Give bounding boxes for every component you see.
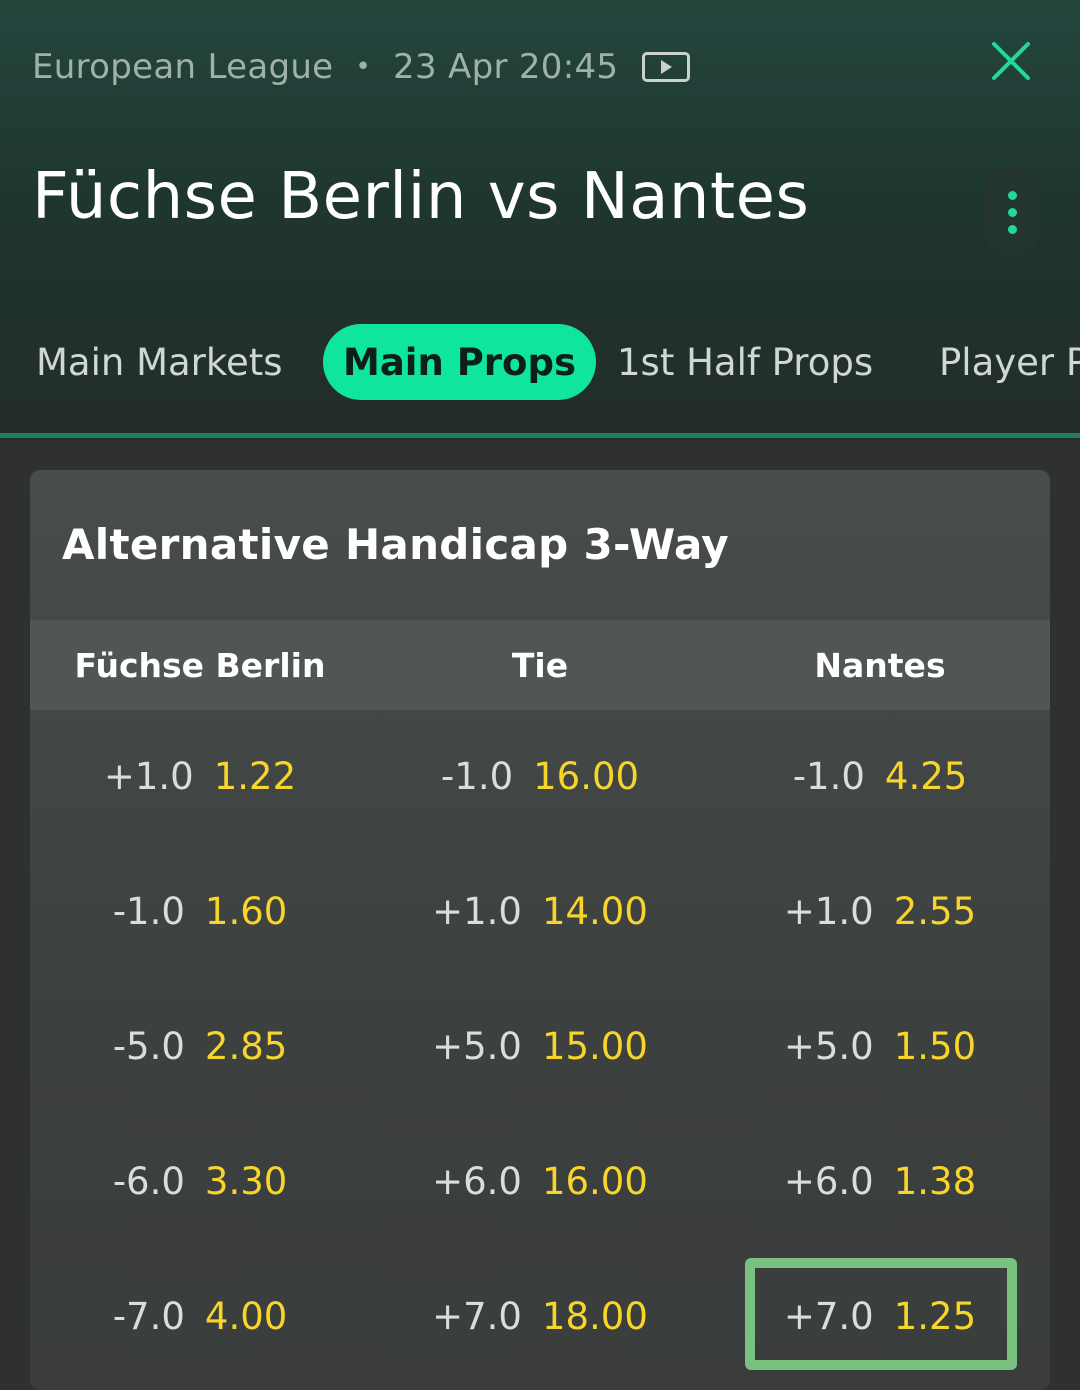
handicap-value: +6.0 — [432, 1159, 522, 1203]
match-header: European League • 23 Apr 20:45 Füchse Be… — [0, 0, 1080, 440]
odds-cell-home[interactable]: -1.0 1.60 — [30, 871, 370, 951]
odds-cell-home[interactable]: -6.0 3.30 — [30, 1141, 370, 1221]
odds-value: 16.00 — [541, 1159, 648, 1203]
handicap-value: -5.0 — [112, 1024, 185, 1068]
tab-main-props[interactable]: Main Props — [323, 324, 596, 400]
handicap-value: +7.0 — [432, 1294, 522, 1338]
match-title: Füchse Berlin vs Nantes — [32, 160, 810, 234]
tab-player-props[interactable]: Player P — [939, 324, 1080, 400]
odds-cell-away[interactable]: +1.0 2.55 — [710, 871, 1050, 951]
odds-value: 3.30 — [204, 1159, 288, 1203]
tab-1st-half-props[interactable]: 1st Half Props — [617, 324, 873, 400]
handicap-value: +5.0 — [432, 1024, 522, 1068]
odds-value: 1.60 — [204, 889, 288, 933]
handicap-value: +6.0 — [783, 1159, 874, 1203]
odds-value: 16.00 — [533, 754, 640, 798]
column-header-row: Füchse Berlin Tie Nantes — [30, 620, 1050, 710]
tabs-divider — [0, 433, 1080, 438]
tab-main-markets[interactable]: Main Markets — [36, 324, 283, 400]
odds-cell-home[interactable]: -7.0 4.00 — [30, 1276, 370, 1356]
odds-cell-away[interactable]: +5.0 1.50 — [710, 1006, 1050, 1086]
column-header-away: Nantes — [814, 645, 946, 685]
odds-value: 1.22 — [213, 754, 297, 798]
video-icon[interactable] — [642, 52, 691, 82]
odds-cell-away[interactable]: +6.0 1.38 — [710, 1141, 1050, 1221]
odds-cell-tie[interactable]: +6.0 16.00 — [370, 1141, 710, 1221]
column-header-home: Füchse Berlin — [74, 645, 326, 685]
handicap-value: -1.0 — [792, 754, 865, 798]
match-meta: European League • 23 Apr 20:45 — [32, 44, 691, 90]
odds-cell-home[interactable]: -5.0 2.85 — [30, 1006, 370, 1086]
odds-cell-tie[interactable]: -1.0 16.00 — [370, 736, 710, 816]
odds-value: 1.50 — [893, 1024, 977, 1068]
more-options-icon[interactable] — [984, 166, 1040, 258]
odds-cell-tie[interactable]: +7.0 18.00 — [370, 1276, 710, 1356]
market-tabs: Main Markets Main Props 1st Half Props P… — [0, 320, 1080, 404]
odds-value: 18.00 — [541, 1294, 648, 1338]
handicap-value: -7.0 — [112, 1294, 185, 1338]
league-name[interactable]: European League — [32, 47, 333, 87]
selection-highlight — [745, 1258, 1017, 1370]
column-header-tie: Tie — [511, 645, 569, 685]
match-datetime: 23 Apr 20:45 — [393, 47, 619, 87]
odds-cell-home[interactable]: +1.0 1.22 — [30, 736, 370, 816]
odds-value: 15.00 — [541, 1024, 648, 1068]
odds-value: 4.25 — [884, 754, 968, 798]
handicap-value: +1.0 — [103, 754, 194, 798]
odds-value: 1.38 — [893, 1159, 977, 1203]
handicap-value: -1.0 — [440, 754, 514, 798]
odds-value: 2.55 — [893, 889, 977, 933]
odds-cell-tie[interactable]: +1.0 14.00 — [370, 871, 710, 951]
meta-separator: • — [355, 52, 372, 82]
odds-value: 4.00 — [204, 1294, 288, 1338]
market-card: Alternative Handicap 3-Way Füchse Berlin… — [30, 470, 1050, 1390]
odds-cell-tie[interactable]: +5.0 15.00 — [370, 1006, 710, 1086]
odds-value: 2.85 — [204, 1024, 288, 1068]
handicap-value: -6.0 — [112, 1159, 185, 1203]
close-icon[interactable] — [986, 36, 1036, 86]
market-title[interactable]: Alternative Handicap 3-Way — [62, 520, 729, 569]
handicap-value: -1.0 — [112, 889, 185, 933]
handicap-value: +1.0 — [783, 889, 874, 933]
handicap-value: +1.0 — [432, 889, 522, 933]
handicap-value: +5.0 — [783, 1024, 874, 1068]
odds-cell-away[interactable]: -1.0 4.25 — [710, 736, 1050, 816]
odds-value: 14.00 — [541, 889, 648, 933]
